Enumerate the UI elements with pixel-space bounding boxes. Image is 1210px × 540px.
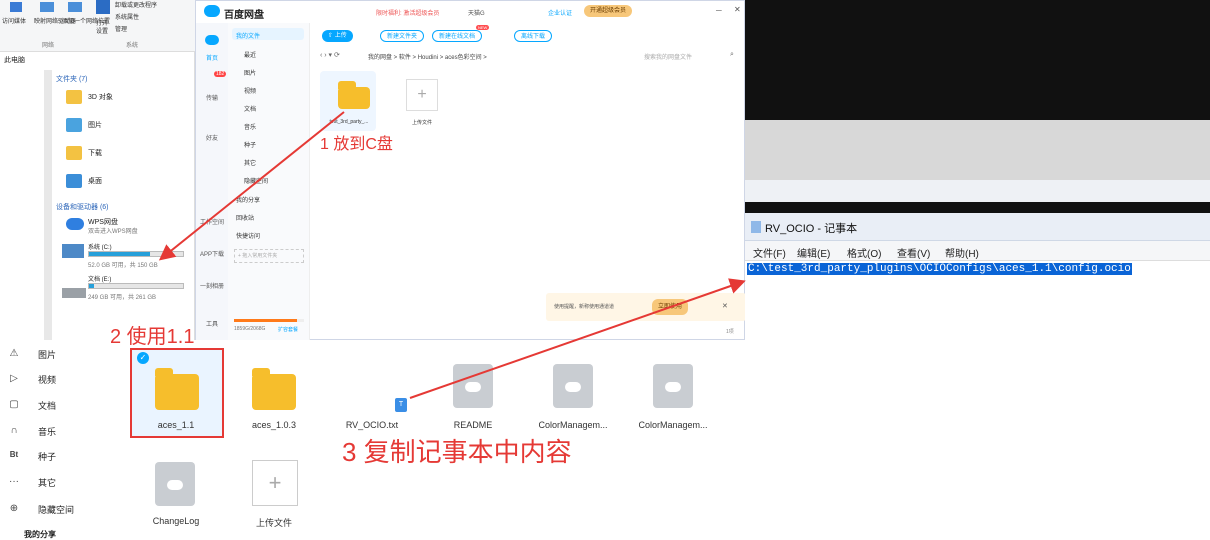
annotation-step2: 2 使用1.1 — [110, 326, 195, 348]
arrow-to-notepad — [409, 278, 746, 399]
annotation-step3: 3 复制记事本中内容 — [342, 437, 572, 467]
arrow-to-c-drive — [158, 111, 345, 261]
annotation-step1: 1 放到C盘 — [320, 136, 393, 153]
annotation-arrows — [158, 111, 746, 399]
